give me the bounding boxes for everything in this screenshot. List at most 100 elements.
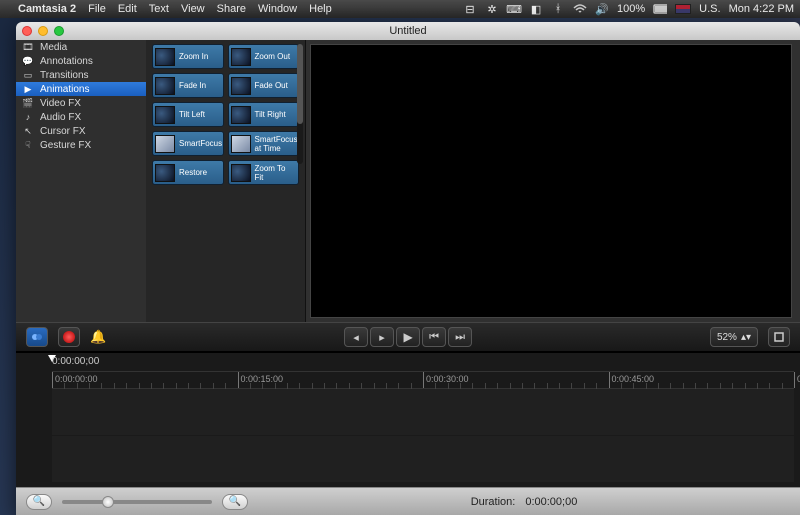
- effect-thumb: [155, 77, 175, 95]
- prev-frame-button[interactable]: ◂: [344, 327, 368, 347]
- ruler-tick-major: 0:00:00:00: [52, 372, 53, 388]
- effect-label: SmartFocus at Time: [255, 135, 298, 153]
- menubar-clock[interactable]: Mon 4:22 PM: [729, 3, 794, 15]
- effect-label: Fade In: [179, 81, 206, 90]
- menu-help[interactable]: Help: [309, 3, 332, 15]
- status-icon-2[interactable]: ✲: [485, 3, 499, 15]
- zoom-in-button[interactable]: 🔍: [222, 494, 248, 510]
- zoom-out-button[interactable]: 🔍: [26, 494, 52, 510]
- sidebar-item-transitions[interactable]: ▭Transitions: [16, 68, 146, 82]
- sidebar-item-animations[interactable]: ▶Animations: [16, 82, 146, 96]
- sidebar-item-label: Cursor FX: [40, 126, 86, 137]
- effect-label: Zoom Out: [255, 52, 291, 61]
- effect-zoom-in[interactable]: Zoom In: [152, 44, 224, 69]
- skip-back-button[interactable]: ⏮: [422, 327, 446, 347]
- status-icon-3[interactable]: ⌨: [507, 3, 521, 15]
- effect-tilt-right[interactable]: Tilt Right: [228, 102, 300, 127]
- record-button[interactable]: [58, 327, 80, 347]
- app-name[interactable]: Camtasia 2: [18, 3, 76, 15]
- video-fx-icon: 🎬: [22, 98, 34, 108]
- audio-fx-icon: ♪: [22, 112, 34, 122]
- ruler-tick-major: 0:01:00:00: [794, 372, 795, 388]
- slider-knob[interactable]: [102, 496, 114, 508]
- menu-window[interactable]: Window: [258, 3, 297, 15]
- timeline[interactable]: 0:00:00;00 0:00:00:00 0:00:15:00 0:00:30:0…: [16, 352, 800, 487]
- input-flag-icon[interactable]: [675, 4, 691, 14]
- app-menus: File Edit Text View Share Window Help: [88, 3, 332, 15]
- video-preview[interactable]: [310, 44, 792, 318]
- play-button[interactable]: ▶: [396, 327, 420, 347]
- effect-thumb: [155, 48, 175, 66]
- sidebar-item-label: Annotations: [40, 56, 93, 67]
- effect-smartfocus[interactable]: SmartFocus: [152, 131, 224, 156]
- timeline-ruler[interactable]: 0:00:00:00 0:00:15:00 0:00:30:00 0:00:45:00…: [52, 371, 794, 389]
- battery-icon[interactable]: [653, 3, 667, 15]
- effect-thumb: [231, 77, 251, 95]
- sidebar-item-gesture-fx[interactable]: ☟ Gesture FX: [16, 138, 146, 152]
- ruler-tick-major: 0:00:45:00: [609, 372, 610, 388]
- sidebar-item-label: Media: [40, 42, 67, 53]
- status-icon-4[interactable]: ◧: [529, 3, 543, 15]
- notifications-icon[interactable]: 🔔: [90, 329, 106, 345]
- effect-thumb: [155, 135, 175, 153]
- transport-controls: ◂ ▸ ▶ ⏮ ⏭: [344, 327, 472, 347]
- effect-zoom-out[interactable]: Zoom Out: [228, 44, 300, 69]
- effect-thumb: [231, 106, 251, 124]
- window-title: Untitled: [16, 25, 800, 37]
- wifi-icon[interactable]: [573, 3, 587, 15]
- menubar-status: ⊟ ✲ ⌨ ◧ ᚼ 🔊 100% U.S. Mon 4:22 PM: [463, 3, 794, 15]
- media-icon: 🎞: [22, 42, 34, 52]
- sidebar-item-label: Gesture FX: [40, 140, 91, 151]
- preview-area: [306, 40, 800, 322]
- effect-tilt-left[interactable]: Tilt Left: [152, 102, 224, 127]
- effect-fade-in[interactable]: Fade In: [152, 73, 224, 98]
- effect-label: Zoom In: [179, 52, 208, 61]
- window-titlebar[interactable]: Untitled: [16, 22, 800, 40]
- effects-scrollbar[interactable]: [297, 44, 303, 164]
- effect-thumb: [231, 48, 251, 66]
- player-bar: 🔔 ◂ ▸ ▶ ⏮ ⏭ 52% ▴▾: [16, 322, 800, 352]
- menu-file[interactable]: File: [88, 3, 106, 15]
- effect-fade-out[interactable]: Fade Out: [228, 73, 300, 98]
- bluetooth-icon[interactable]: ᚼ: [551, 3, 565, 15]
- effect-thumb: [155, 106, 175, 124]
- input-country[interactable]: U.S.: [699, 3, 720, 15]
- battery-percent[interactable]: 100%: [617, 3, 645, 15]
- scrollbar-thumb[interactable]: [297, 44, 303, 124]
- ruler-tick-major: 0:00:15:00: [238, 372, 239, 388]
- effect-label: Fade Out: [255, 81, 288, 90]
- volume-icon[interactable]: 🔊: [595, 3, 609, 15]
- preview-zoom-select[interactable]: 52% ▴▾: [710, 327, 758, 347]
- sidebar-item-annotations[interactable]: 💬 Annotations: [16, 54, 146, 68]
- sidebar-item-cursor-fx[interactable]: ↖ Cursor FX: [16, 124, 146, 138]
- effect-thumb: [231, 135, 251, 153]
- sidebar-item-media[interactable]: 🎞 Media: [16, 40, 146, 54]
- effect-zoom-to-fit[interactable]: Zoom To Fit: [228, 160, 300, 185]
- cursor-fx-icon: ↖: [22, 126, 34, 136]
- menu-text[interactable]: Text: [149, 3, 169, 15]
- menu-view[interactable]: View: [181, 3, 205, 15]
- stepper-icon: ▴▾: [741, 332, 751, 343]
- annotations-icon: 💬: [22, 56, 34, 66]
- next-frame-button[interactable]: ▸: [370, 327, 394, 347]
- bottom-bar: 🔍 🔍 Duration: 0:00:00;00: [16, 487, 800, 515]
- playhead-timecode: 0:00:00;00: [52, 356, 99, 367]
- menu-share[interactable]: Share: [217, 3, 246, 15]
- gesture-fx-icon: ☟: [22, 140, 34, 150]
- timeline-tracks[interactable]: [52, 389, 794, 483]
- menu-edit[interactable]: Edit: [118, 3, 137, 15]
- app-window: Untitled 🎞Media💬Annotations▭Transitions▶…: [16, 22, 800, 515]
- effect-smartfocus-at-time[interactable]: SmartFocus at Time: [228, 131, 300, 156]
- effect-restore[interactable]: Restore: [152, 160, 224, 185]
- skip-forward-button[interactable]: ⏭: [448, 327, 472, 347]
- status-icon-1[interactable]: ⊟: [463, 3, 477, 15]
- sidebar-item-video-fx[interactable]: 🎬 Video FX: [16, 96, 146, 110]
- tool-sidebar: 🎞 Media 💬 Annotations▭Transitions▶Animation…: [16, 40, 146, 322]
- media-capture-button[interactable]: [26, 327, 48, 347]
- sidebar-item-label: Animations: [40, 84, 89, 95]
- ruler-tick-major: 0:00:30:00: [423, 372, 424, 388]
- sidebar-item-label: Video FX: [40, 98, 81, 109]
- sidebar-item-audio-fx[interactable]: ♪Audio FX: [16, 110, 146, 124]
- crop-button[interactable]: [768, 327, 790, 347]
- timeline-zoom-slider[interactable]: [62, 500, 212, 504]
